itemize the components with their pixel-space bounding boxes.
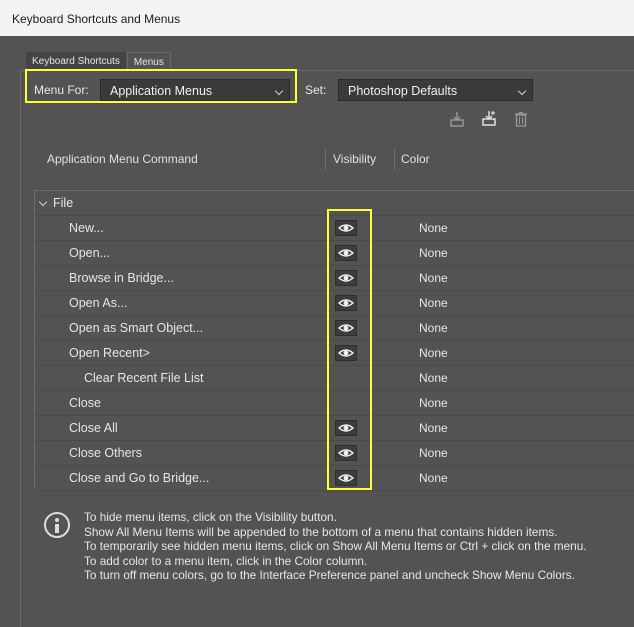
color-value[interactable]: None xyxy=(419,346,448,360)
set-label: Set: xyxy=(305,83,327,97)
command-name: Open... xyxy=(69,246,110,260)
info-line: To hide menu items, click on the Visibil… xyxy=(84,510,337,524)
menu-for-select[interactable]: Application Menus xyxy=(100,79,290,101)
info-line: To temporarily see hidden menu items, cl… xyxy=(84,539,587,554)
command-name: New... xyxy=(69,221,104,235)
save-set-as-icon[interactable] xyxy=(481,110,497,126)
color-value[interactable]: None xyxy=(419,271,448,285)
color-value[interactable]: None xyxy=(419,371,448,385)
command-name: Close and Go to Bridge... xyxy=(69,471,210,485)
info-line: Show All Menu Items will be appended to … xyxy=(84,524,558,539)
menu-for-value: Application Menus xyxy=(110,84,213,98)
command-name: Close Others xyxy=(69,446,142,460)
color-value[interactable]: None xyxy=(419,246,448,260)
info-line: To turn off menu colors, go to the Inter… xyxy=(84,568,575,583)
info-line: To add color to a menu item, click in th… xyxy=(84,553,368,568)
tab-menus[interactable]: Menus xyxy=(126,52,171,70)
command-name: Open As... xyxy=(69,296,128,310)
column-header-visibility: Visibility xyxy=(333,152,377,166)
color-value[interactable]: None xyxy=(419,421,448,435)
tab-bar: Keyboard Shortcuts Menus xyxy=(26,52,172,70)
tab-keyboard-shortcuts[interactable]: Keyboard Shortcuts xyxy=(26,52,126,70)
chevron-down-icon xyxy=(274,86,284,96)
menu-for-label: Menu For: xyxy=(34,83,89,97)
color-value[interactable]: None xyxy=(419,321,448,335)
group-label: File xyxy=(53,196,74,210)
chevron-down-icon xyxy=(517,86,527,96)
color-value[interactable]: None xyxy=(419,446,448,460)
delete-set-icon[interactable] xyxy=(513,111,529,127)
save-set-icon[interactable] xyxy=(449,111,465,127)
column-header-color: Color xyxy=(401,152,430,166)
color-value[interactable]: None xyxy=(419,471,448,485)
command-name: Close All xyxy=(69,421,118,435)
command-name: Browse in Bridge... xyxy=(69,271,174,285)
column-divider xyxy=(325,148,326,170)
info-icon xyxy=(44,512,70,538)
set-select[interactable]: Photoshop Defaults xyxy=(338,79,533,101)
color-value[interactable]: None xyxy=(419,221,448,235)
chevron-down-icon[interactable] xyxy=(38,197,48,207)
column-divider xyxy=(394,148,395,170)
command-name: Open Recent> xyxy=(69,346,150,360)
column-header-command: Application Menu Command xyxy=(47,152,198,166)
info-text: To hide menu items, click on the Visibil… xyxy=(84,510,587,583)
set-value: Photoshop Defaults xyxy=(348,84,458,98)
window-title: Keyboard Shortcuts and Menus xyxy=(0,0,634,36)
color-value[interactable]: None xyxy=(419,396,448,410)
command-name: Clear Recent File List xyxy=(84,371,204,385)
command-name: Open as Smart Object... xyxy=(69,321,204,335)
visibility-highlight xyxy=(327,209,372,490)
color-value[interactable]: None xyxy=(419,296,448,310)
command-name: Close xyxy=(69,396,101,410)
